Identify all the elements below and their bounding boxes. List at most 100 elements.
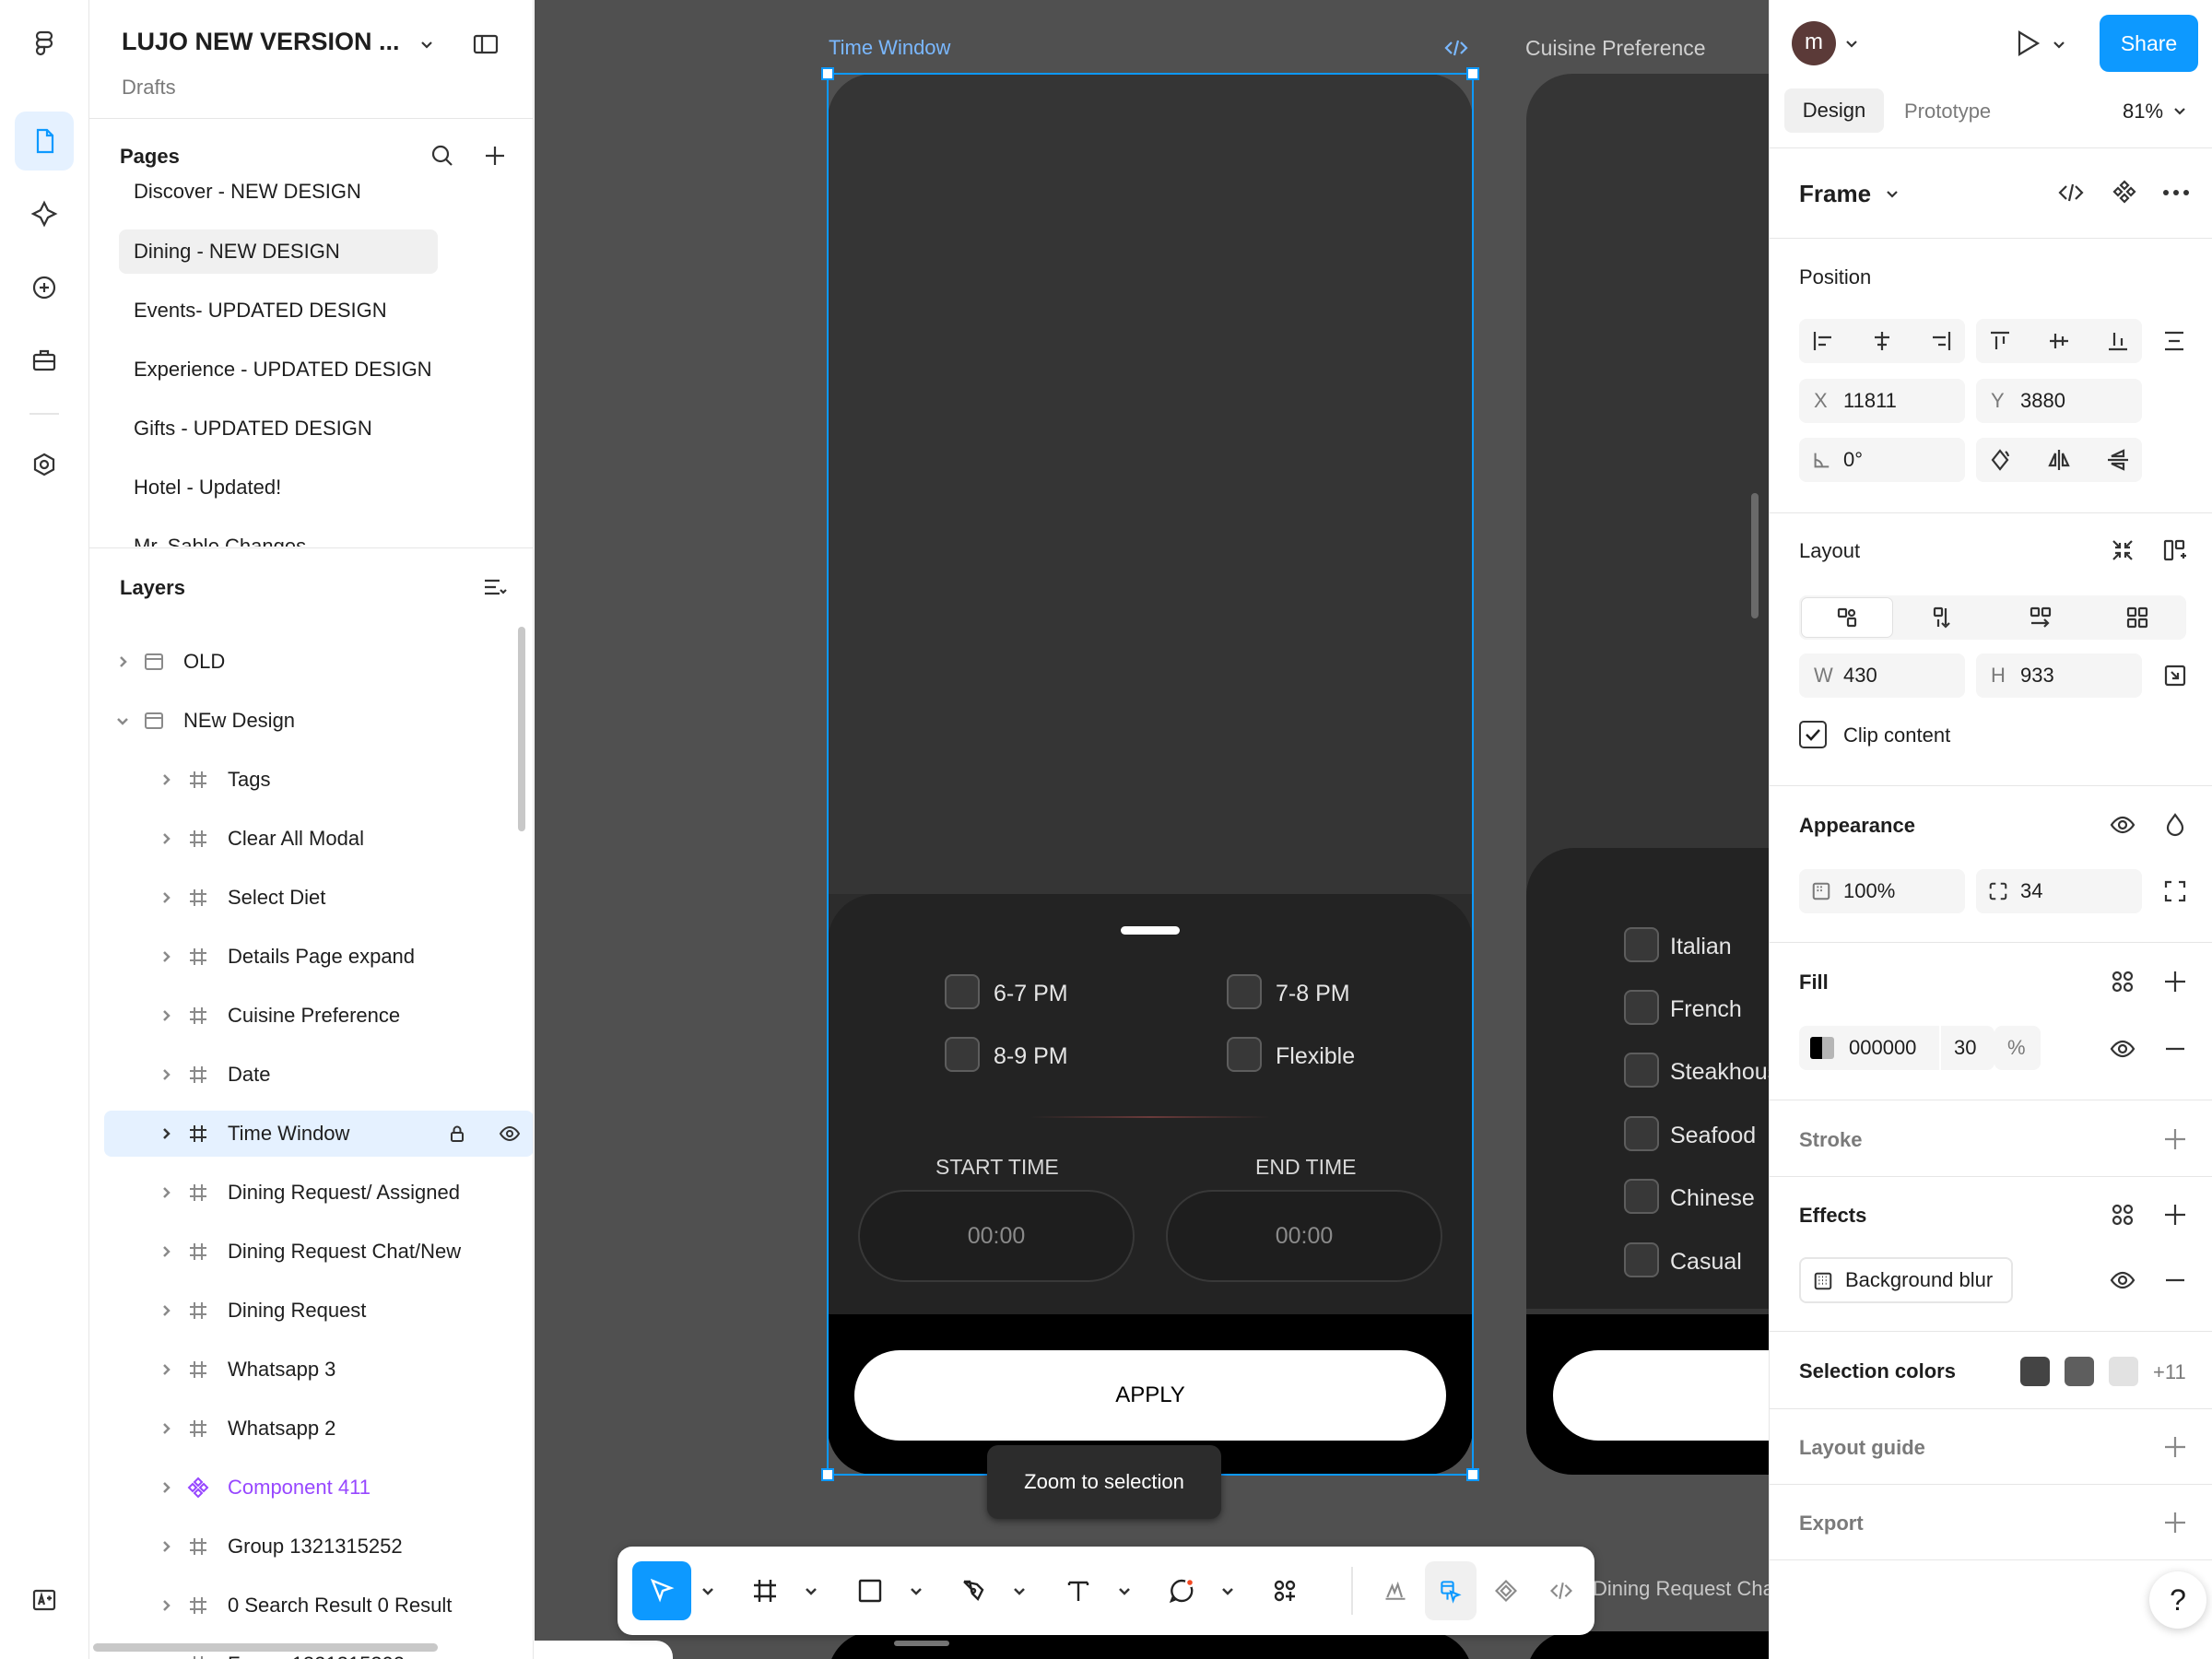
color-swatch[interactable] [2065,1357,2094,1386]
styles-grid-icon[interactable] [2109,968,2136,995]
page-item[interactable]: Gifts - UPDATED DESIGN [119,406,438,451]
tab-prototype[interactable]: Prototype [1904,100,1991,124]
page-item-selected[interactable]: Dining - NEW DESIGN [119,229,438,274]
file-name[interactable]: LUJO NEW VERSION ... [122,28,400,56]
remove-fill-icon[interactable] [2161,1035,2189,1063]
page-item[interactable]: Experience - UPDATED DESIGN [119,347,438,392]
eye-icon[interactable] [2109,811,2136,839]
layers-scrollbar[interactable] [518,627,525,831]
lock-icon[interactable] [446,1123,468,1145]
add-stroke-icon[interactable] [2161,1125,2189,1153]
chevron-right-icon[interactable] [159,1421,173,1436]
assets-icon[interactable] [15,184,74,243]
help-button[interactable]: ? [2149,1571,2206,1629]
chevron-down-icon[interactable] [1843,35,1860,52]
layer-row[interactable]: OLD [104,639,533,685]
grid-layout-icon[interactable] [2124,605,2150,630]
chevron-right-icon[interactable] [159,1539,173,1554]
horizontal-layout-icon[interactable] [2028,605,2053,630]
frame-tool-icon[interactable] [735,1561,794,1620]
frame-label-cuisine[interactable]: Cuisine Preference [1525,36,1706,61]
add-fill-icon[interactable] [2161,968,2189,995]
end-time-input[interactable]: 00:00 [1166,1190,1442,1282]
drag-handle[interactable] [1121,926,1180,935]
chevron-down-icon[interactable] [699,1561,717,1620]
layer-row[interactable]: Tags [104,757,533,803]
design-mode-icon[interactable] [1425,1561,1477,1620]
avatar[interactable]: m [1792,21,1836,65]
add-export-icon[interactable] [2161,1509,2189,1536]
chevron-right-icon[interactable] [159,1008,173,1023]
chevron-down-icon[interactable] [802,1561,820,1620]
effect-row[interactable]: Background blur [1799,1257,2013,1303]
x-value[interactable]: 11811 [1843,379,1897,423]
align-middle-icon[interactable] [2046,328,2072,354]
align-bottom-icon[interactable] [2105,328,2131,354]
add-page-icon[interactable] [481,142,509,170]
chevron-right-icon[interactable] [159,949,173,964]
move-tool-icon[interactable] [632,1561,691,1620]
remove-effect-icon[interactable] [2161,1266,2189,1294]
styles-grid-icon[interactable] [2109,1201,2136,1229]
file-pages-icon[interactable] [15,112,74,171]
distribute-icon[interactable] [2161,328,2187,354]
start-time-input[interactable]: 00:00 [858,1190,1135,1282]
freeform-layout-icon[interactable] [1834,605,1860,630]
fill-opacity-value[interactable]: 30 [1954,1026,1976,1070]
fill-color-field[interactable]: 000000 30 [1799,1026,1994,1070]
chevron-down-icon[interactable] [1010,1561,1029,1620]
checkbox[interactable] [945,974,980,1009]
layer-row[interactable]: Clear All Modal [104,816,533,862]
search-icon[interactable] [429,142,456,170]
layer-row[interactable]: Component 411 [104,1465,533,1511]
checkbox[interactable] [1227,974,1262,1009]
checkbox[interactable] [1624,927,1659,962]
page-item[interactable]: Hotel - Updated! [119,465,438,510]
width-value[interactable]: 430 [1843,653,1877,698]
apply-button[interactable]: APPLY [854,1350,1446,1441]
chevron-right-icon[interactable] [159,831,173,846]
resize-handle[interactable] [1466,67,1479,80]
checkbox[interactable] [1624,1053,1659,1088]
layer-row[interactable]: 0 Search Result 0 Result [104,1583,533,1629]
rotation-field[interactable]: 0° [1799,438,1965,482]
chevron-right-icon[interactable] [159,1244,173,1259]
corner-radius-field[interactable]: 34 [1976,869,2142,913]
eye-icon[interactable] [2109,1266,2136,1294]
more-colors-count[interactable]: +11 [2153,1360,2186,1384]
eye-icon[interactable] [499,1123,521,1145]
flip-vertical-icon[interactable] [2105,447,2131,473]
tab-design[interactable]: Design [1784,88,1884,133]
align-right-icon[interactable] [1928,328,1954,354]
add-layout-guide-icon[interactable] [2161,1433,2189,1461]
layer-row[interactable]: Group 1321315252 [104,1524,533,1570]
page-item[interactable]: Discover - NEW DESIGN [119,175,438,214]
opacity-value[interactable]: 100% [1843,869,1895,913]
opacity-field[interactable]: 100% [1799,869,1965,913]
font-check-icon[interactable] [15,1571,74,1630]
chevron-down-icon[interactable] [115,713,130,728]
rotation-value[interactable]: 0° [1843,438,1863,482]
chevron-right-icon[interactable] [159,1067,173,1082]
color-swatch[interactable] [2020,1357,2050,1386]
text-tool-icon[interactable] [1049,1561,1108,1620]
page-item[interactable]: Events- UPDATED DESIGN [119,288,438,333]
checkbox[interactable] [1624,990,1659,1025]
actions-icon[interactable] [1255,1561,1314,1620]
resize-handle[interactable] [821,67,834,80]
play-icon[interactable] [2011,28,2042,59]
checkbox[interactable] [1624,1242,1659,1277]
frame-label-request-chat[interactable]: Dining Request Chat/New [1593,1577,1769,1601]
settings-hex-icon[interactable] [15,435,74,494]
layer-filter-icon[interactable] [481,573,509,601]
clip-content-checkbox[interactable] [1799,721,1827,748]
frame-label-time-window[interactable]: Time Window [829,36,950,60]
dev-mode-icon[interactable] [1535,1561,1587,1620]
layer-row[interactable]: Cuisine Preference [104,993,533,1039]
frame-type-title[interactable]: Frame [1799,180,1871,208]
height-value[interactable]: 933 [2020,653,2054,698]
more-icon[interactable] [2160,179,2192,206]
draw-mode-icon[interactable] [1370,1561,1421,1620]
width-field[interactable]: W 430 [1799,653,1965,698]
layer-row[interactable]: Whatsapp 3 [104,1347,533,1393]
